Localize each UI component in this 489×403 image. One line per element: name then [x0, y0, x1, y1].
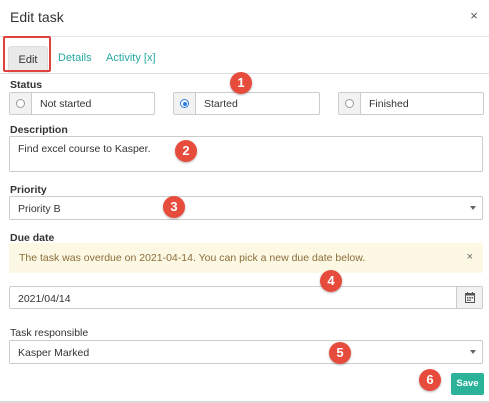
save-button[interactable]: Save [451, 373, 484, 395]
task-responsible-select[interactable]: Kasper Marked [9, 340, 483, 364]
header-divider [0, 36, 489, 37]
chevron-down-icon [470, 350, 476, 354]
dialog-title: Edit task [10, 9, 64, 25]
status-option-not-started[interactable]: Not started [9, 92, 155, 115]
dialog-header: Edit task × [0, 0, 489, 36]
calendar-button[interactable] [456, 287, 482, 308]
description-field[interactable]: Find excel course to Kasper. [9, 136, 483, 172]
radio-selected-icon[interactable] [180, 99, 189, 108]
status-option-label: Started [204, 98, 238, 110]
callout-marker-5: 5 [329, 342, 351, 364]
overdue-alert-message: The task was overdue on 2021-04-14. You … [19, 252, 366, 264]
radio-cell [174, 93, 196, 114]
status-option-started[interactable]: Started [173, 92, 320, 115]
task-responsible-value: Kasper Marked [18, 347, 90, 359]
status-label: Status [10, 79, 43, 91]
callout-marker-6: 6 [419, 369, 441, 391]
status-option-label: Not started [40, 98, 92, 110]
priority-select[interactable]: Priority B [9, 196, 483, 220]
radio-cell [10, 93, 32, 114]
chevron-down-icon [470, 206, 476, 210]
callout-marker-3: 3 [163, 196, 185, 218]
radio-icon[interactable] [16, 99, 25, 108]
radio-icon[interactable] [345, 99, 354, 108]
callout-marker-2: 2 [175, 140, 197, 162]
due-date-value: 2021/04/14 [18, 293, 71, 305]
overdue-alert: The task was overdue on 2021-04-14. You … [9, 243, 483, 273]
priority-value: Priority B [18, 203, 61, 215]
callout-marker-1: 1 [230, 72, 252, 94]
tab-details[interactable]: Details [58, 52, 92, 64]
description-label: Description [10, 124, 68, 136]
tab-activity[interactable]: Activity [x] [106, 52, 156, 64]
status-option-finished[interactable]: Finished [338, 92, 484, 115]
status-option-label: Finished [369, 98, 409, 110]
priority-label: Priority [10, 184, 47, 196]
tab-edit[interactable]: Edit [8, 46, 48, 73]
close-icon[interactable]: × [467, 9, 481, 23]
callout-marker-4: 4 [320, 270, 342, 292]
due-date-input[interactable]: 2021/04/14 [9, 286, 483, 309]
alert-close-icon[interactable]: × [467, 251, 473, 263]
radio-cell [339, 93, 361, 114]
calendar-icon [465, 292, 475, 303]
task-responsible-label: Task responsible [10, 327, 89, 339]
